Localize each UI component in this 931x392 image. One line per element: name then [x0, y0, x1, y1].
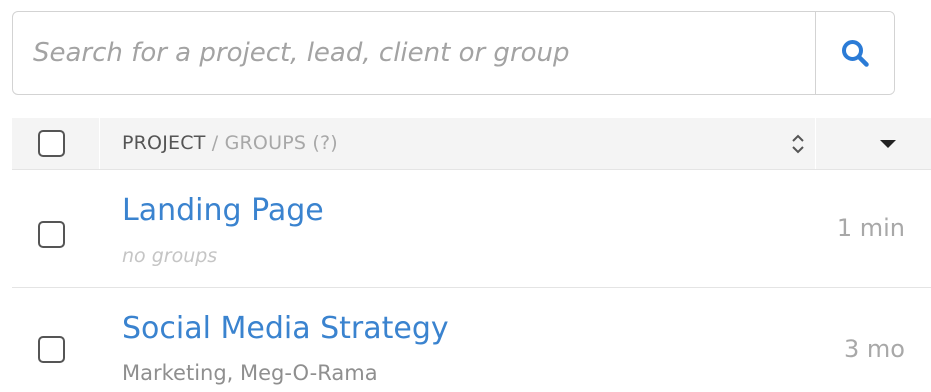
sort-updown-icon[interactable]	[788, 130, 808, 158]
table-row[interactable]: Landing Page no groups 1 min	[12, 171, 931, 288]
project-column-label: PROJECT	[122, 132, 206, 154]
project-name-link[interactable]: Landing Page	[122, 193, 324, 228]
project-list-panel: PROJECT / GROUPS (?) Landing Page no gro…	[0, 0, 931, 392]
column-divider	[815, 118, 816, 169]
column-header-project[interactable]: PROJECT / GROUPS (?)	[122, 132, 338, 154]
last-updated-time: 3 mo	[844, 335, 905, 363]
project-groups: no groups	[122, 245, 218, 267]
select-all-cell	[12, 118, 100, 169]
search-input[interactable]	[13, 12, 815, 94]
row-checkbox[interactable]	[38, 221, 65, 248]
table-header: PROJECT / GROUPS (?)	[12, 118, 931, 170]
table-row[interactable]: Social Media Strategy Marketing, Meg-O-R…	[12, 289, 931, 392]
last-updated-time: 1 min	[836, 214, 905, 242]
project-name-link[interactable]: Social Media Strategy	[122, 311, 449, 346]
search-bar	[12, 11, 895, 95]
select-all-checkbox[interactable]	[38, 130, 65, 157]
row-checkbox[interactable]	[38, 336, 65, 363]
column-label-separator: /	[211, 132, 219, 154]
search-button[interactable]	[815, 12, 894, 94]
project-groups: Marketing, Meg-O-Rama	[122, 361, 378, 385]
search-icon	[842, 40, 869, 67]
groups-column-label: GROUPS (?)	[224, 132, 338, 154]
caret-down-icon[interactable]	[877, 137, 899, 151]
